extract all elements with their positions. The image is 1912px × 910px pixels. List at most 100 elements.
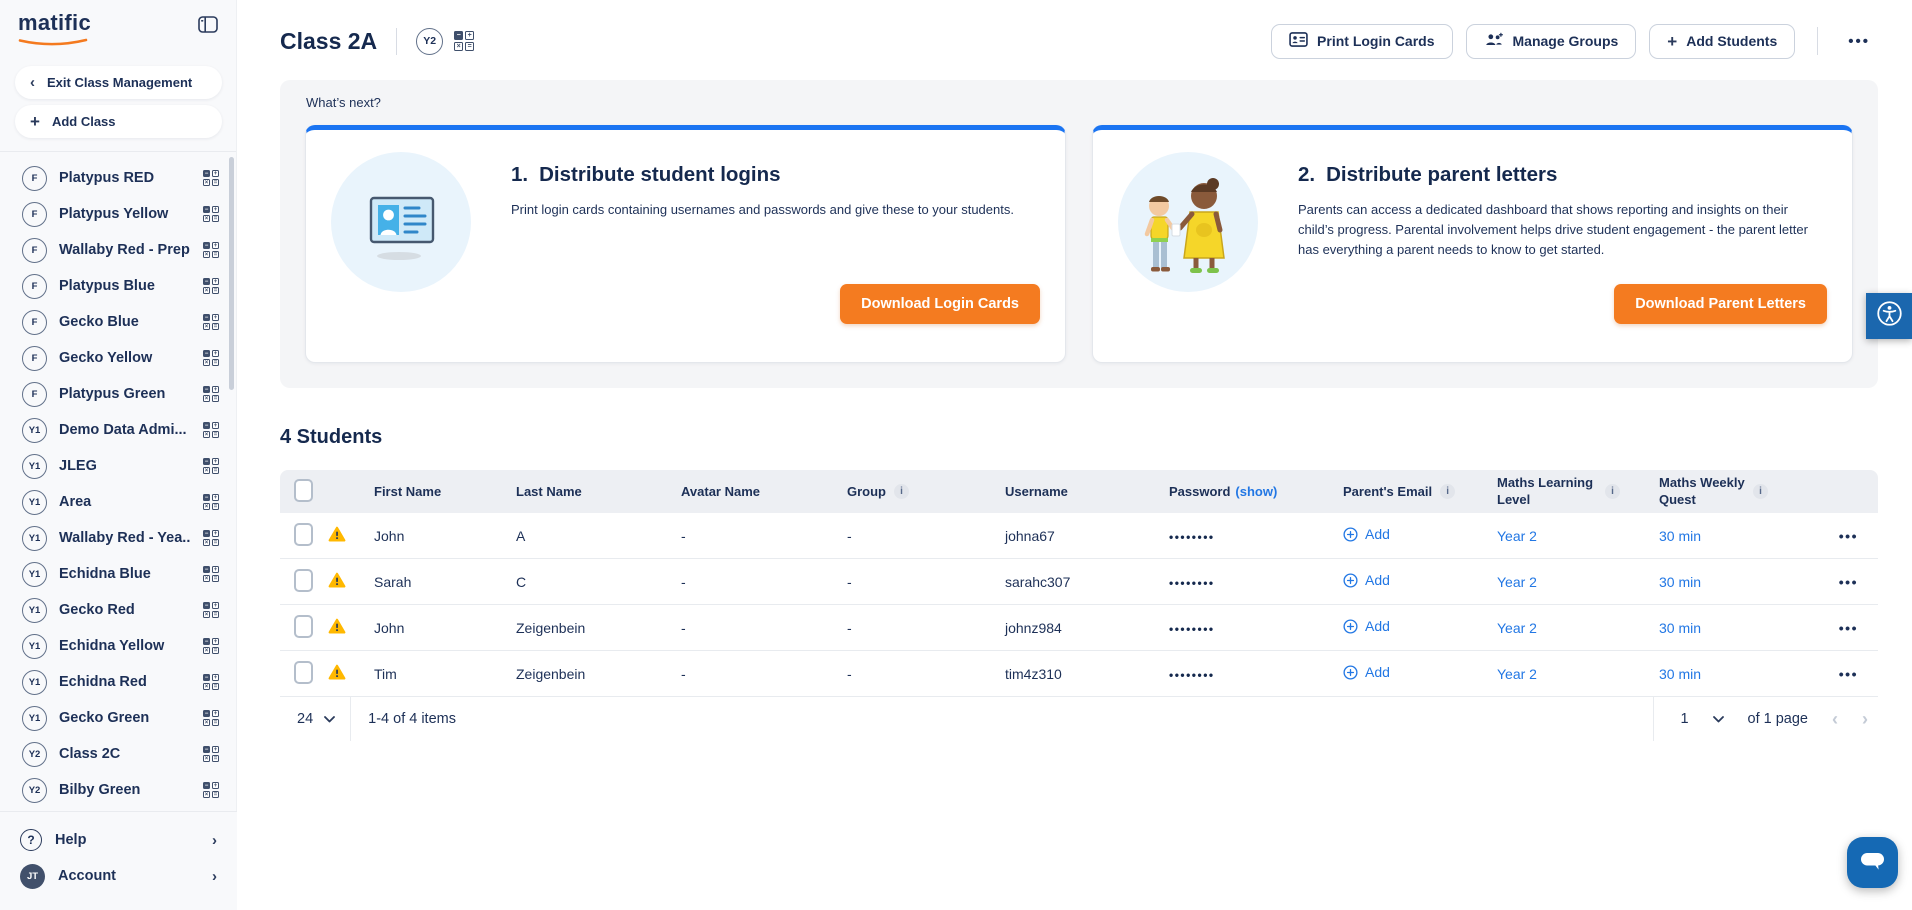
add-parent-email-link[interactable]: Add [1343, 618, 1390, 634]
sidebar-class-item[interactable]: F Platypus RED −+×= [0, 160, 236, 196]
page-of-text: of 1 page [1748, 711, 1808, 727]
add-parent-email-link[interactable]: Add [1343, 664, 1390, 680]
accessibility-widget-button[interactable] [1866, 293, 1912, 339]
class-grid-icon[interactable]: −+×= [203, 422, 219, 438]
manage-groups-button[interactable]: Manage Groups [1466, 24, 1637, 59]
show-passwords-link[interactable]: (show) [1235, 484, 1277, 499]
class-grid-icon[interactable]: −+×= [203, 242, 219, 258]
col-username[interactable]: Username [1005, 484, 1169, 499]
sidebar-class-item[interactable]: F Platypus Yellow −+×= [0, 196, 236, 232]
class-grid-icon[interactable]: −+×= [203, 350, 219, 366]
sidebar-class-item[interactable]: Y1 Demo Data Admi... −+×= [0, 412, 236, 448]
info-icon[interactable]: i [894, 484, 909, 499]
row-checkbox[interactable] [294, 569, 313, 592]
row-more-button[interactable]: ••• [1839, 528, 1858, 544]
sidebar-class-item[interactable]: Y1 Echidna Blue −+×= [0, 556, 236, 592]
sidebar-class-item[interactable]: Y1 Wallaby Red - Yea... −+×= [0, 520, 236, 556]
sidebar-collapse-icon[interactable] [198, 16, 218, 38]
year-level-badge: F [22, 346, 47, 371]
class-grid-icon[interactable]: −+×= [203, 206, 219, 222]
row-checkbox[interactable] [294, 615, 313, 638]
info-icon[interactable]: i [1440, 484, 1455, 499]
next-page-button[interactable]: › [1862, 710, 1868, 728]
row-more-button[interactable]: ••• [1839, 620, 1858, 636]
class-grid-icon[interactable]: −+×= [203, 494, 219, 510]
info-icon[interactable]: i [1605, 484, 1620, 499]
class-grid-icon[interactable]: −+×= [203, 638, 219, 654]
download-parent-letters-button[interactable]: Download Parent Letters [1614, 284, 1827, 324]
col-avatar-name[interactable]: Avatar Name [681, 484, 847, 499]
col-last-name[interactable]: Last Name [516, 484, 681, 499]
learning-level-link[interactable]: Year 2 [1497, 574, 1537, 590]
col-group: Groupi [847, 484, 1005, 499]
sidebar-class-item[interactable]: Y2 Class 2C −+×= [0, 736, 236, 772]
class-grid-icon[interactable]: −+×= [203, 746, 219, 762]
sidebar-class-item[interactable]: Y1 Gecko Green −+×= [0, 700, 236, 736]
parent-child-illustration [1118, 152, 1258, 292]
select-all-checkbox[interactable] [294, 479, 313, 502]
sidebar-class-item[interactable]: Y1 Gecko Red −+×= [0, 592, 236, 628]
class-grid-icon[interactable]: −+×= [203, 710, 219, 726]
page-size-value[interactable]: 24 [297, 711, 313, 727]
class-grid-icon[interactable]: −+×= [203, 170, 219, 186]
matific-logo[interactable]: matific [18, 12, 91, 52]
chevron-down-icon[interactable] [324, 711, 335, 727]
row-checkbox[interactable] [294, 523, 313, 546]
add-students-button[interactable]: + Add Students [1649, 24, 1795, 59]
sidebar-class-item[interactable]: F Gecko Yellow −+×= [0, 340, 236, 376]
col-first-name[interactable]: First Name [374, 484, 516, 499]
weekly-quest-link[interactable]: 30 min [1659, 666, 1701, 682]
class-grid-icon[interactable]: −+×= [203, 278, 219, 294]
year-level-badge: Y2 [22, 742, 47, 767]
page-number-value[interactable]: 1 [1680, 711, 1688, 727]
class-grid-icon[interactable]: −+×= [203, 314, 219, 330]
print-login-cards-button[interactable]: Print Login Cards [1271, 24, 1452, 59]
download-login-cards-button[interactable]: Download Login Cards [840, 284, 1040, 324]
warning-icon[interactable] [328, 664, 346, 683]
warning-icon[interactable] [328, 526, 346, 545]
warning-icon[interactable] [328, 572, 346, 591]
chat-launcher-button[interactable] [1847, 837, 1898, 888]
row-more-button[interactable]: ••• [1839, 666, 1858, 682]
previous-page-button[interactable]: ‹ [1832, 710, 1838, 728]
sidebar-class-item[interactable]: F Platypus Green −+×= [0, 376, 236, 412]
username-cell: johna67 [1005, 528, 1169, 544]
class-grid-icon[interactable]: −+×= [203, 530, 219, 546]
weekly-quest-link[interactable]: 30 min [1659, 620, 1701, 636]
row-checkbox[interactable] [294, 661, 313, 684]
sidebar-class-item[interactable]: Y1 Echidna Red −+×= [0, 664, 236, 700]
sidebar-class-item[interactable]: Y1 JLEG −+×= [0, 448, 236, 484]
learning-level-link[interactable]: Year 2 [1497, 666, 1537, 682]
class-grid-icon[interactable]: −+×= [203, 386, 219, 402]
add-parent-email-link[interactable]: Add [1343, 572, 1390, 588]
warning-icon[interactable] [328, 618, 346, 637]
class-year-badge[interactable]: Y2 [416, 28, 443, 55]
exit-class-management-button[interactable]: ‹ Exit Class Management [15, 66, 222, 99]
weekly-quest-link[interactable]: 30 min [1659, 574, 1701, 590]
sidebar-class-item[interactable]: F Gecko Blue −+×= [0, 304, 236, 340]
class-grid-icon[interactable]: −+×= [203, 674, 219, 690]
class-grid-icon[interactable]: −+×= [203, 566, 219, 582]
learning-level-link[interactable]: Year 2 [1497, 528, 1537, 544]
sidebar-class-item[interactable]: F Platypus Blue −+×= [0, 268, 236, 304]
class-grid-icon[interactable]: −+×= [203, 602, 219, 618]
sidebar-scrollbar[interactable] [229, 157, 234, 390]
sidebar-class-item[interactable]: Y1 Echidna Yellow −+×= [0, 628, 236, 664]
chevron-right-icon: › [212, 832, 217, 849]
help-button[interactable]: ? Help › [0, 822, 237, 858]
class-grid-icon[interactable]: −+×= [203, 458, 219, 474]
add-parent-email-link[interactable]: Add [1343, 526, 1390, 542]
sidebar-class-item[interactable]: Y2 Bilby Green −+×= [0, 772, 236, 808]
row-more-button[interactable]: ••• [1839, 574, 1858, 590]
sidebar-class-item[interactable]: Y1 Area −+×= [0, 484, 236, 520]
add-class-button[interactable]: + Add Class [15, 105, 222, 138]
class-grid-icon[interactable]: −+×= [454, 31, 474, 51]
sidebar-class-item[interactable]: F Wallaby Red - Prep −+×= [0, 232, 236, 268]
chevron-down-icon[interactable] [1713, 711, 1724, 727]
learning-level-link[interactable]: Year 2 [1497, 620, 1537, 636]
account-button[interactable]: JT Account › [0, 858, 237, 894]
info-icon[interactable]: i [1753, 484, 1768, 499]
weekly-quest-link[interactable]: 30 min [1659, 528, 1701, 544]
header-more-button[interactable]: ••• [1840, 29, 1878, 54]
class-grid-icon[interactable]: −+×= [203, 782, 219, 798]
